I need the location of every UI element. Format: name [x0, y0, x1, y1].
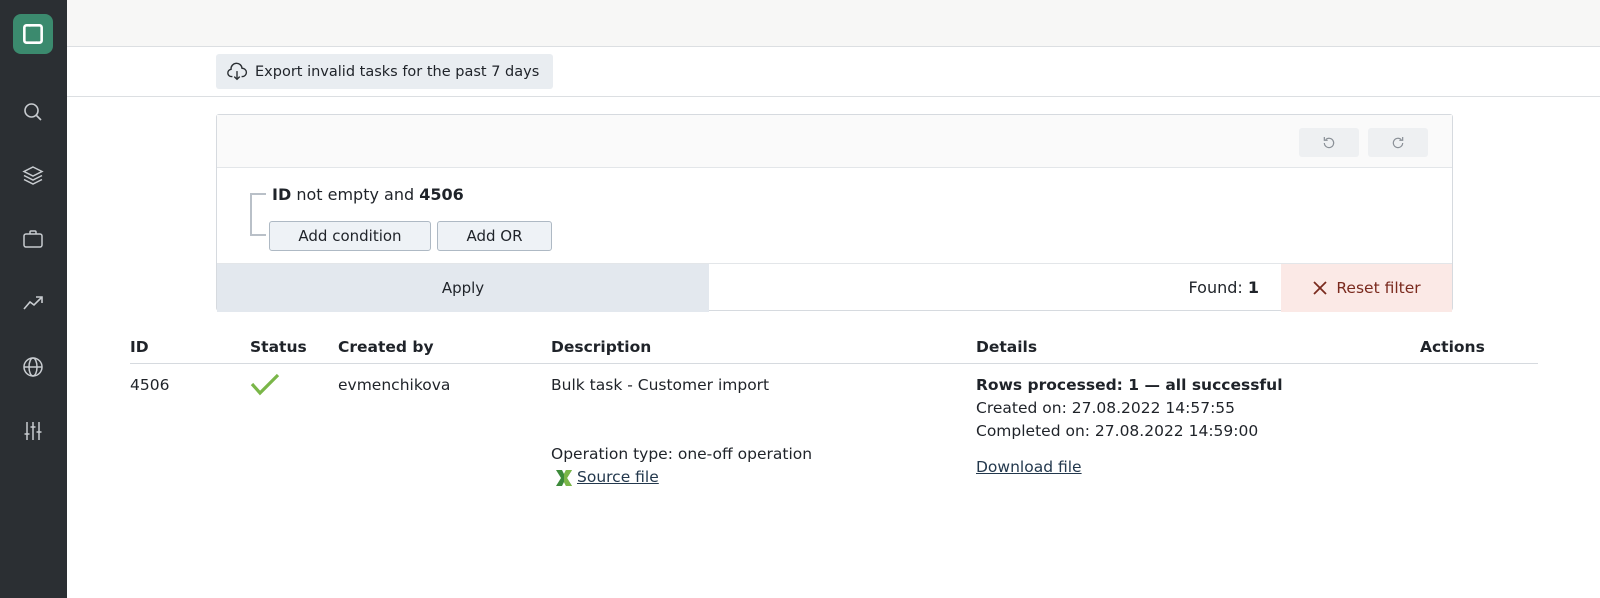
reset-filter-label: Reset filter — [1336, 279, 1421, 297]
nav-trending-icon[interactable] — [18, 288, 48, 318]
nav-layers-icon[interactable] — [18, 160, 48, 190]
found-value: 1 — [1247, 278, 1259, 297]
row-operation-type: Operation type: one-off operation — [551, 445, 813, 463]
condition-value: 4506 — [419, 185, 464, 204]
condition-operator: not empty and — [296, 185, 415, 204]
add-condition-button[interactable]: Add condition — [269, 221, 431, 251]
col-header-details: Details — [976, 338, 1038, 356]
found-label: Found: — [1188, 278, 1243, 297]
filter-header — [217, 115, 1452, 168]
row-id: 4506 — [130, 376, 170, 394]
row-completed-on: Completed on: 27.08.2022 14:59:00 — [976, 422, 1259, 440]
row-created-by: evmenchikova — [338, 376, 451, 394]
filter-panel: ID not empty and 4506 Add condition Add … — [216, 114, 1453, 312]
col-header-description: Description — [551, 338, 652, 356]
nav-briefcase-icon[interactable] — [18, 224, 48, 254]
export-bar: Export invalid tasks for the past 7 days — [67, 47, 1600, 97]
top-bar — [67, 0, 1600, 47]
sidebar — [0, 0, 67, 598]
cloud-download-icon — [227, 62, 248, 80]
condition-bracket — [250, 193, 266, 236]
condition-field: ID — [272, 185, 292, 204]
nav-globe-icon[interactable] — [18, 352, 48, 382]
export-invalid-tasks-button[interactable]: Export invalid tasks for the past 7 days — [216, 54, 554, 89]
nav-search-icon[interactable] — [18, 97, 48, 127]
app-logo[interactable] — [13, 14, 53, 54]
row-description: Bulk task - Customer import — [551, 376, 770, 394]
found-count: Found: 1 — [1189, 278, 1259, 297]
nav-sliders-icon[interactable] — [18, 416, 48, 446]
close-icon — [1313, 281, 1327, 295]
undo-icon — [1323, 136, 1335, 148]
add-or-button[interactable]: Add OR — [437, 221, 552, 251]
col-header-actions: Actions — [1420, 338, 1485, 356]
download-file-link[interactable]: Download file — [976, 456, 1082, 479]
row-rows-processed: Rows processed: 1 — all successful — [976, 376, 1283, 394]
redo-button[interactable] — [1368, 128, 1428, 157]
col-header-id: ID — [130, 338, 149, 356]
status-success-icon — [250, 372, 280, 403]
reset-filter-button[interactable]: Reset filter — [1281, 264, 1452, 312]
table-header: ID Status Created by Description Details… — [130, 334, 1538, 364]
filter-condition[interactable]: ID not empty and 4506 — [272, 185, 464, 204]
col-header-created-by: Created by — [338, 338, 434, 356]
undo-button[interactable] — [1299, 128, 1359, 157]
col-header-status: Status — [250, 338, 307, 356]
filter-footer: Apply Found: 1 Reset filter — [217, 263, 1452, 312]
logo-icon — [23, 24, 43, 44]
source-file-link-wrap: Source file — [553, 466, 659, 489]
export-button-label: Export invalid tasks for the past 7 days — [255, 63, 540, 80]
source-file-link[interactable]: Source file — [577, 466, 659, 489]
row-created-on: Created on: 27.08.2022 14:57:55 — [976, 399, 1236, 417]
redo-icon — [1392, 136, 1404, 148]
excel-file-icon — [556, 469, 572, 486]
apply-button[interactable]: Apply — [217, 264, 709, 312]
